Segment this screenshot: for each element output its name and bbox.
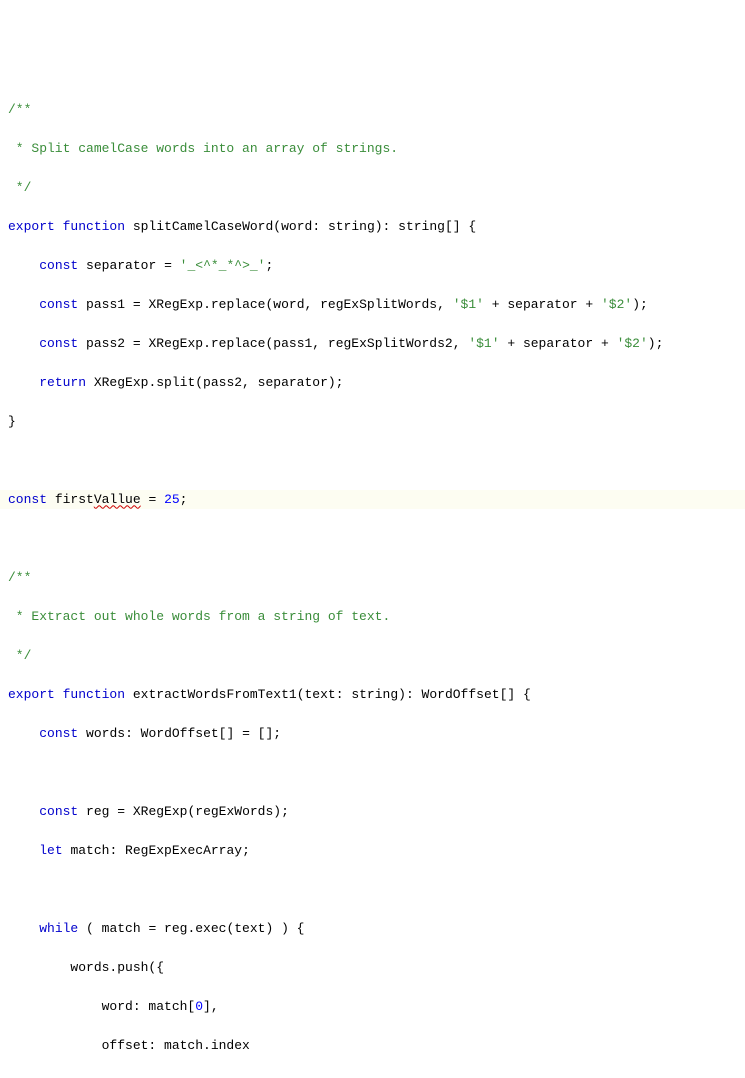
keyword-const: const [39,297,78,312]
text: = [156,258,179,273]
keyword-const: const [39,804,78,819]
code-line: const reg = XRegExp(regExWords); [8,802,737,822]
param-type: string [328,219,375,234]
function-name: splitCamelCaseWord [133,219,273,234]
var-name: reg [86,804,109,819]
comment-text: * Extract out whole words from a string … [8,609,390,624]
keyword-const: const [39,336,78,351]
code-line: */ [8,646,737,666]
code-line: */ [8,178,737,198]
return-type: WordOffset [422,687,500,702]
keyword-function: function [63,219,125,234]
function-name: extractWordsFromText1 [133,687,297,702]
text: word: match[ [8,999,195,1014]
keyword-export: export [8,219,55,234]
comment-text: /** [8,570,31,585]
code-line: export function extractWordsFromText1(te… [8,685,737,705]
text: words.push({ [8,960,164,975]
text: ( match = reg.exec(text) ) { [78,921,304,936]
code-line: } [8,412,737,432]
var-name: pass1 [86,297,125,312]
code-line [8,451,737,471]
code-line: export function splitCamelCaseWord(word:… [8,217,737,237]
code-line [8,529,737,549]
code-line: return XRegExp.split(pass2, separator); [8,373,737,393]
string-literal: '$2' [601,297,632,312]
text: ); [632,297,648,312]
code-line [8,763,737,783]
text: XRegExp.split(pass2, separator); [86,375,343,390]
keyword-const: const [39,258,78,273]
brace: } [8,414,16,429]
text: + separator + [484,297,601,312]
keyword-return: return [39,375,86,390]
keyword-const: const [8,492,47,507]
text: ; [180,492,188,507]
code-line: offset: match.index [8,1036,737,1056]
string-literal: '_<^*_*^>_' [180,258,266,273]
keyword-function: function [63,687,125,702]
var-name: words [86,726,125,741]
code-line: /** [8,100,737,120]
code-line: * Extract out whole words from a string … [8,607,737,627]
text: = XRegExp.replace(word, regExSplitWords, [125,297,453,312]
code-editor[interactable]: /** * Split camelCase words into an arra… [0,78,745,1078]
code-line: const separator = '_<^*_*^>_'; [8,256,737,276]
return-type: string [398,219,445,234]
text: = XRegExp.replace(pass1, regExSplitWords… [125,336,468,351]
code-line: const pass2 = XRegExp.replace(pass1, reg… [8,334,737,354]
code-line: let match: RegExpExecArray; [8,841,737,861]
error-squiggle: Vallue [94,492,141,507]
keyword-const: const [39,726,78,741]
code-line: words.push({ [8,958,737,978]
code-line: const words: WordOffset[] = []; [8,724,737,744]
code-line: /** [8,568,737,588]
param-name: text [305,687,336,702]
comment-text: */ [8,180,31,195]
number-literal: 0 [195,999,203,1014]
text: ); [648,336,664,351]
text: offset: match.index [8,1038,250,1053]
var-name: pass2 [86,336,125,351]
code-line: }); [8,1075,737,1078]
comment-text: */ [8,648,31,663]
var-name: separator [86,258,156,273]
code-line: * Split camelCase words into an array of… [8,139,737,159]
var-name: firstVallue [55,492,141,507]
code-line-highlighted: const firstVallue = 25; [0,490,745,510]
text: : RegExpExecArray; [109,843,249,858]
comment-text: /** [8,102,31,117]
param-type: string [351,687,398,702]
text: }); [8,1077,94,1078]
code-line: word: match[0], [8,997,737,1017]
keyword-export: export [8,687,55,702]
string-literal: '$1' [453,297,484,312]
string-literal: '$1' [468,336,499,351]
string-literal: '$2' [617,336,648,351]
text: : WordOffset[] = []; [125,726,281,741]
number-literal: 25 [164,492,180,507]
var-name: match [70,843,109,858]
text: = [141,492,164,507]
comment-text: * Split camelCase words into an array of… [8,141,398,156]
code-line [8,880,737,900]
keyword-while: while [39,921,78,936]
text: ], [203,999,219,1014]
code-line: while ( match = reg.exec(text) ) { [8,919,737,939]
param-name: word [281,219,312,234]
code-line: const pass1 = XRegExp.replace(word, regE… [8,295,737,315]
text: + separator + [500,336,617,351]
text: = XRegExp(regExWords); [109,804,288,819]
keyword-let: let [39,843,62,858]
